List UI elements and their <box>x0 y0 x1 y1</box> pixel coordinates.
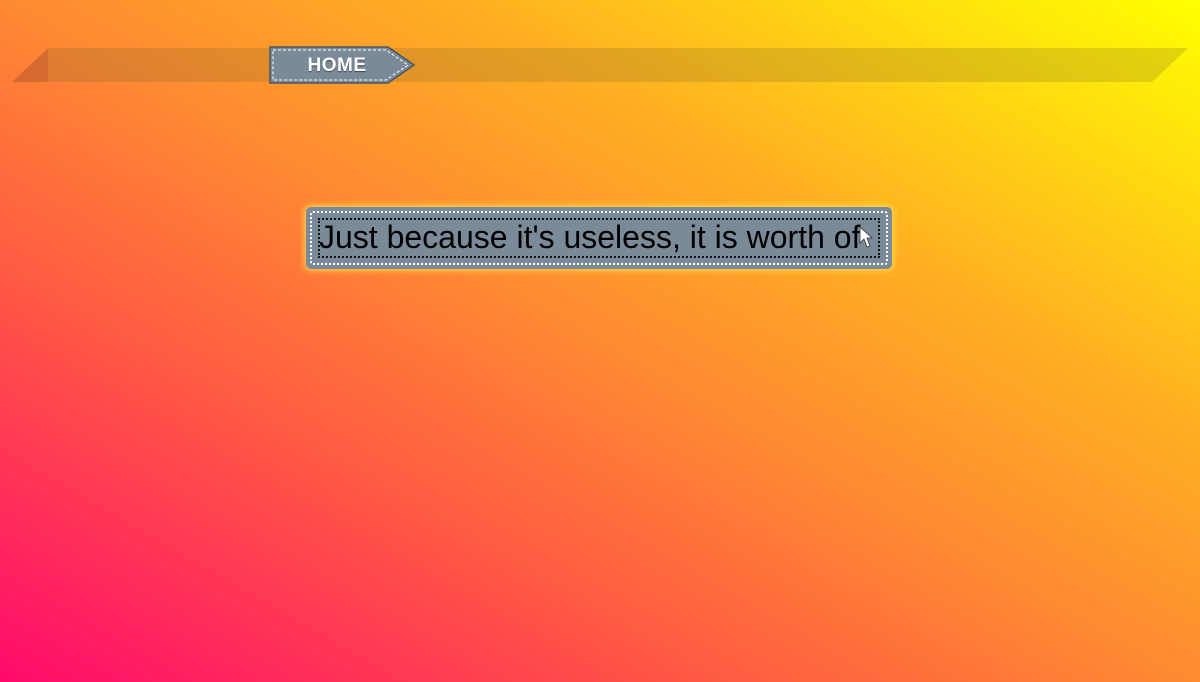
quote-outer-border: Just because it's useless, it is worth o… <box>310 211 888 265</box>
nav-ribbon <box>12 48 1188 84</box>
home-label: HOME <box>307 55 367 76</box>
home-nav-tab[interactable]: HOME <box>268 46 418 86</box>
quote-inner-border: Just because it's useless, it is worth o… <box>318 218 880 258</box>
text-cursor-icon <box>859 226 874 248</box>
quote-text: Just because it's useless, it is worth o… <box>319 219 861 255</box>
quote-box: Just because it's useless, it is worth o… <box>306 207 892 269</box>
